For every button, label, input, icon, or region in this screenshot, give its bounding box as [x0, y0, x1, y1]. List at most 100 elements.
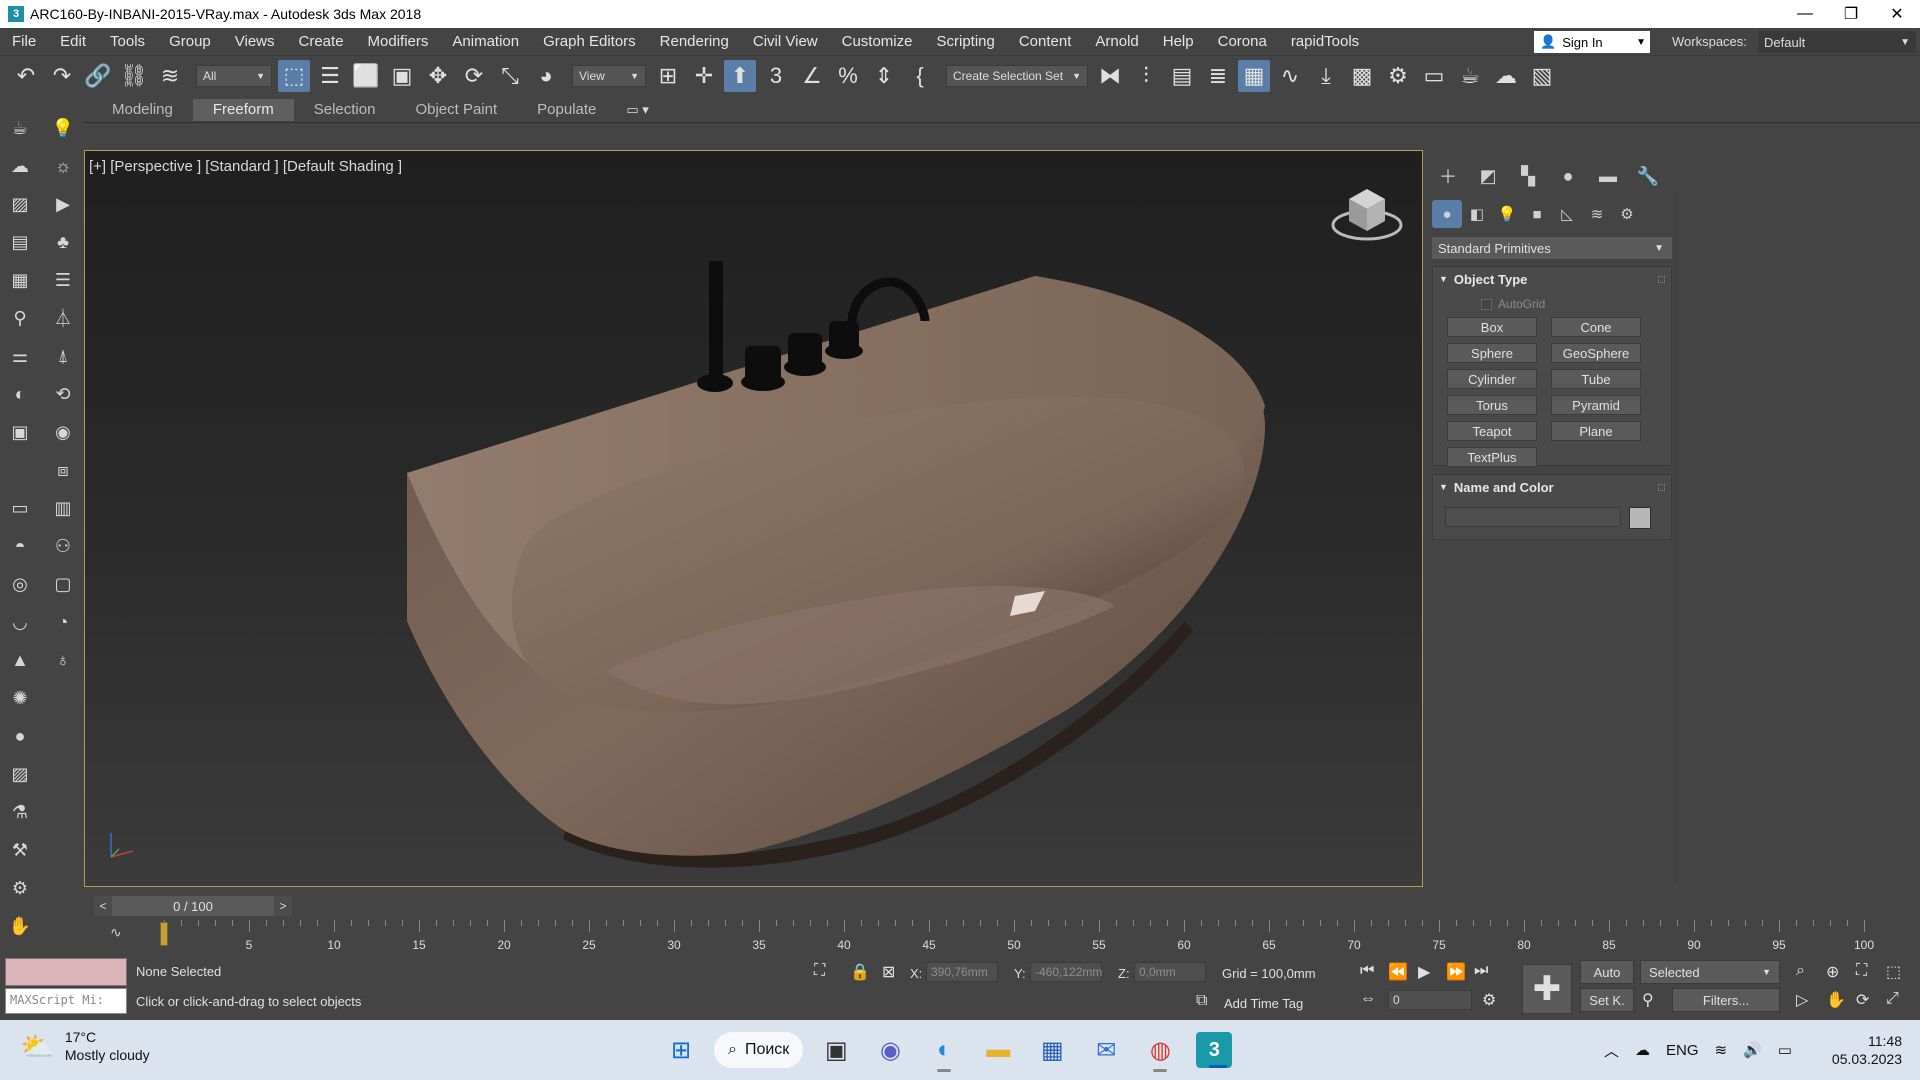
cone-button[interactable]: Cone: [1551, 317, 1641, 337]
plane-button[interactable]: Plane: [1551, 421, 1641, 441]
selection-lock-icon[interactable]: 🔒: [850, 962, 870, 982]
bowl-icon[interactable]: ◡: [6, 608, 34, 636]
maxscript-input[interactable]: MAXScript Mi:: [5, 988, 127, 1014]
teapot-icon[interactable]: ☕: [6, 114, 34, 142]
tool-icon[interactable]: ⚒: [6, 836, 34, 864]
select-by-name-icon[interactable]: ☰: [314, 60, 346, 92]
list-icon[interactable]: ☰: [49, 266, 77, 294]
create-tab-icon[interactable]: ＋: [1428, 162, 1468, 190]
teapot-button[interactable]: Teapot: [1447, 421, 1537, 441]
window-icon[interactable]: ▭: [6, 494, 34, 522]
key-mode-toggle-icon[interactable]: ⇔: [1360, 990, 1376, 1008]
hand-icon[interactable]: ✋: [6, 912, 34, 940]
display-tab-icon[interactable]: ▬: [1588, 162, 1628, 190]
previous-key-icon[interactable]: ⏪: [1388, 962, 1408, 982]
maximize-viewport-icon[interactable]: ⤢: [1886, 990, 1899, 1008]
move-icon[interactable]: ✥: [422, 60, 454, 92]
zoom-extents-all-icon[interactable]: ⬚: [1886, 962, 1901, 982]
x-coordinate-field[interactable]: 390,76mm: [926, 962, 998, 982]
ribbon-toggle-icon[interactable]: ▦: [1238, 60, 1270, 92]
menu-graph-editors[interactable]: Graph Editors: [531, 28, 648, 56]
camera-icon[interactable]: ▶: [49, 190, 77, 218]
motion-tab-icon[interactable]: ●: [1548, 162, 1588, 190]
rectangular-selection-icon[interactable]: ⬜: [350, 60, 382, 92]
menu-views[interactable]: Views: [223, 28, 287, 56]
task-view-icon[interactable]: ▣: [814, 1028, 858, 1072]
perspective-viewport[interactable]: [+] [Perspective ] [Standard ] [Default …: [84, 150, 1423, 887]
menu-content[interactable]: Content: [1007, 28, 1084, 56]
align-icon[interactable]: ⫶: [1130, 60, 1162, 92]
close-button[interactable]: ✕: [1874, 0, 1920, 28]
geosphere-button[interactable]: GeoSphere: [1551, 343, 1641, 363]
maximize-button[interactable]: ❐: [1828, 0, 1874, 28]
timeline-playhead[interactable]: [160, 922, 168, 946]
zoom-extents-icon[interactable]: ⛶: [1856, 962, 1867, 980]
menu-civil-view[interactable]: Civil View: [741, 28, 830, 56]
time-slider[interactable]: < 0 / 100 >: [94, 896, 292, 916]
render-in-cloud-icon[interactable]: ▧: [1526, 60, 1558, 92]
lights-icon[interactable]: 💡: [1492, 200, 1522, 228]
sliders-icon[interactable]: ⚌: [6, 342, 34, 370]
tree-icon[interactable]: ♣: [49, 228, 77, 256]
tab-populate[interactable]: Populate: [517, 99, 616, 121]
mirror-icon[interactable]: ⧓: [1094, 60, 1126, 92]
cone-icon[interactable]: ▲: [6, 646, 34, 674]
percent-snap-icon[interactable]: %: [832, 60, 864, 92]
monitor-icon[interactable]: ▥: [49, 494, 77, 522]
maxscript-listener[interactable]: MAXScript Mi:: [5, 958, 127, 1016]
hierarchy-tab-icon[interactable]: ▚: [1508, 162, 1548, 190]
dome-icon[interactable]: ◓: [6, 532, 34, 560]
go-to-start-icon[interactable]: ⏮: [1360, 962, 1374, 980]
maxscript-output[interactable]: [5, 958, 127, 986]
menu-edit[interactable]: Edit: [48, 28, 98, 56]
link-icon[interactable]: 🔗: [82, 60, 114, 92]
sunlight-icon[interactable]: ✺: [6, 684, 34, 712]
track-bar[interactable]: ∿ 5 10 15 20 25 30 35 40 45 50 55 60 65 70 75 80 85 90 95 1…: [92, 920, 1892, 952]
sign-in-dropdown[interactable]: 👤 Sign In ▼: [1534, 31, 1650, 53]
menu-scripting[interactable]: Scripting: [924, 28, 1006, 56]
microsoft-store-icon[interactable]: ▦: [1030, 1028, 1074, 1072]
volume-icon[interactable]: 🔊: [1743, 1041, 1762, 1059]
edit-named-selection-icon[interactable]: {: [904, 60, 936, 92]
ribbon-options-icon[interactable]: ▭ ▾: [626, 102, 648, 118]
zoom-icon[interactable]: ⌕: [1796, 962, 1805, 980]
sphere-button[interactable]: Sphere: [1447, 343, 1537, 363]
scale-icon[interactable]: ⤡: [494, 60, 526, 92]
go-to-end-icon[interactable]: ⏭: [1474, 962, 1488, 980]
eye-icon[interactable]: ◔: [49, 608, 77, 636]
menu-animation[interactable]: Animation: [440, 28, 531, 56]
menu-help[interactable]: Help: [1151, 28, 1206, 56]
keyboard-shortcut-override-icon[interactable]: ⬆: [724, 60, 756, 92]
menu-modifiers[interactable]: Modifiers: [356, 28, 441, 56]
bathtub-model[interactable]: [85, 151, 1423, 887]
gear-icon[interactable]: ⚙: [6, 874, 34, 902]
wifi-icon[interactable]: ≋: [1715, 1041, 1728, 1059]
frame-icon[interactable]: ⧈: [49, 456, 77, 484]
render-iterative-icon[interactable]: ☁: [1490, 60, 1522, 92]
chrome-browser-icon[interactable]: ◍: [1138, 1028, 1182, 1072]
utilities-tab-icon[interactable]: 🔧: [1628, 162, 1668, 190]
textplus-button[interactable]: TextPlus: [1447, 447, 1537, 467]
camera-rig-icon[interactable]: ⚇: [49, 532, 77, 560]
grid-icon[interactable]: ▦: [6, 266, 34, 294]
menu-corona[interactable]: Corona: [1206, 28, 1279, 56]
unlink-icon[interactable]: ⛓: [118, 60, 150, 92]
gold-sphere-icon[interactable]: ●: [6, 722, 34, 750]
system-clock[interactable]: 11:48 05.03.2023: [1826, 1032, 1902, 1068]
layer-manager-icon[interactable]: ≣: [1202, 60, 1234, 92]
cone-light-icon[interactable]: ⏃: [49, 304, 77, 332]
chevron-up-icon[interactable]: ︿: [1604, 1040, 1619, 1061]
menu-file[interactable]: File: [0, 28, 48, 56]
3ds-max-taskbar-icon[interactable]: 3: [1196, 1032, 1233, 1068]
onedrive-icon[interactable]: ☁: [1635, 1041, 1650, 1059]
redo-icon[interactable]: ↷: [46, 60, 78, 92]
geometry-icon[interactable]: ●: [1432, 200, 1462, 228]
reference-coordinate-select[interactable]: View ▼: [572, 65, 646, 87]
selection-filter-select[interactable]: All ▼: [196, 65, 272, 87]
systems-icon[interactable]: ⚙: [1612, 200, 1642, 228]
panel-icon[interactable]: ▢: [49, 570, 77, 598]
tab-object-paint[interactable]: Object Paint: [395, 99, 517, 121]
play-icon[interactable]: ▶: [1418, 962, 1430, 982]
sun-icon[interactable]: ☼: [49, 152, 77, 180]
key-filter-select[interactable]: Selected ▼: [1640, 960, 1780, 984]
